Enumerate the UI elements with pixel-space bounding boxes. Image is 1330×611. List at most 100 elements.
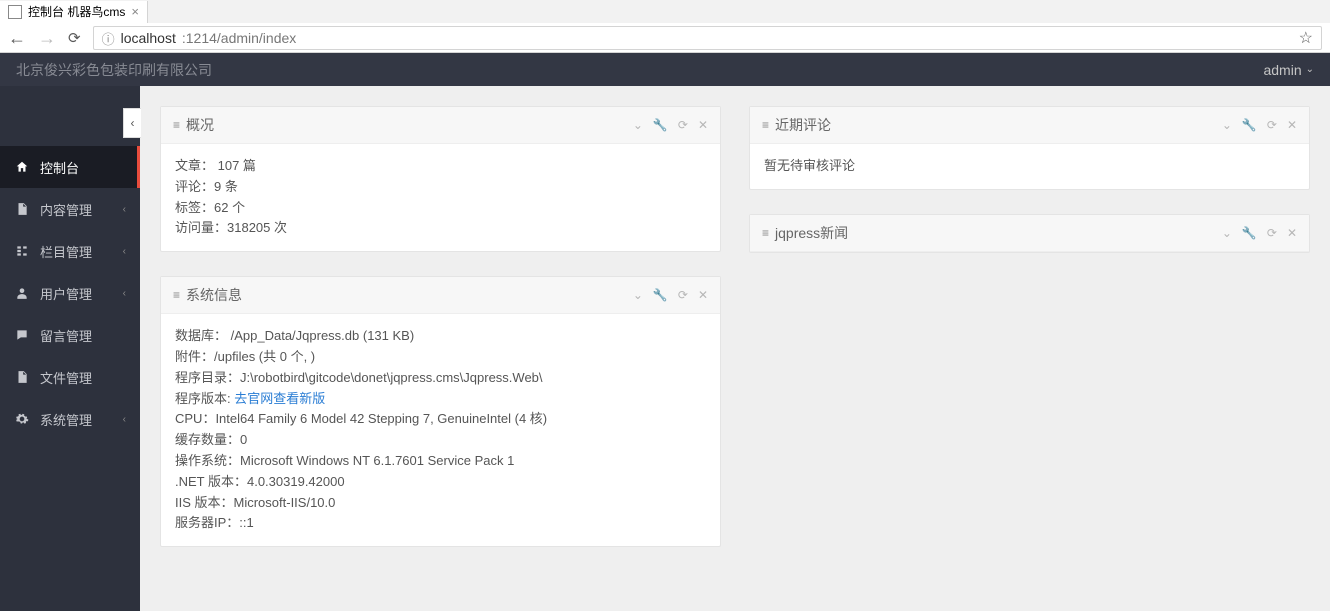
- sidebar-item-label: 栏目管理: [40, 242, 92, 261]
- sidebar-item-5[interactable]: 文件管理: [0, 356, 140, 398]
- sidebar-item-6[interactable]: 系统管理 ‹: [0, 398, 140, 440]
- refresh-icon[interactable]: ⟳: [1267, 226, 1277, 240]
- panel-body: 文章： 107 篇 评论：9 条 标签：62 个 访问量：318205 次: [161, 144, 720, 251]
- bookmark-icon[interactable]: ☆: [1299, 28, 1313, 48]
- panel-tools: ⌄ 🔧 ⟳ ✕: [1222, 118, 1297, 132]
- panel-title-text: 概况: [186, 115, 214, 135]
- forward-button: →: [38, 28, 56, 49]
- sys-cache: 缓存数量：0: [175, 430, 706, 451]
- stat-comments: 评论：9 条: [175, 177, 706, 198]
- stat-visits: 访问量：318205 次: [175, 218, 706, 239]
- sidebar-item-2[interactable]: 栏目管理 ‹: [0, 230, 140, 272]
- panel-header: ≡ 近期评论 ⌄ 🔧 ⟳ ✕: [750, 107, 1309, 144]
- sidebar-item-label: 用户管理: [40, 284, 92, 303]
- chevron-left-icon: ‹: [123, 414, 126, 425]
- close-icon[interactable]: ✕: [1287, 226, 1297, 240]
- doc-icon: [14, 370, 30, 385]
- stat-articles: 文章： 107 篇: [175, 156, 706, 177]
- close-icon[interactable]: ✕: [698, 288, 708, 302]
- gear-icon: [14, 412, 30, 427]
- sidebar-item-label: 系统管理: [40, 410, 92, 429]
- url-rest: :1214/admin/index: [182, 30, 296, 46]
- sidebar-item-1[interactable]: 内容管理 ‹: [0, 188, 140, 230]
- chevron-left-icon: ‹: [123, 246, 126, 257]
- browser-tab[interactable]: 控制台 机器鸟cms ×: [0, 1, 148, 23]
- panel-jqpress-news: ≡ jqpress新闻 ⌄ 🔧 ⟳ ✕: [749, 214, 1310, 253]
- chevron-left-icon: ‹: [123, 204, 126, 215]
- sidebar-item-label: 文件管理: [40, 368, 92, 387]
- close-icon[interactable]: ×: [131, 4, 139, 19]
- sidebar-item-0[interactable]: 控制台: [0, 146, 140, 188]
- version-link[interactable]: 去官网查看新版: [234, 391, 325, 406]
- panel-body: 暂无待审核评论: [750, 144, 1309, 189]
- user-name: admin: [1263, 62, 1301, 78]
- collapse-icon[interactable]: ⌄: [633, 288, 643, 302]
- close-icon[interactable]: ✕: [698, 118, 708, 132]
- sys-os: 操作系统：Microsoft Windows NT 6.1.7601 Servi…: [175, 451, 706, 472]
- panel-title-text: 近期评论: [775, 115, 831, 135]
- empty-comments: 暂无待审核评论: [764, 156, 1295, 177]
- sys-path: 程序目录：J:\robotbird\gitcode\donet\jqpress.…: [175, 368, 706, 389]
- collapse-icon[interactable]: ⌄: [1222, 118, 1232, 132]
- panel-title-text: jqpress新闻: [775, 223, 848, 243]
- favicon-icon: [8, 5, 22, 19]
- wrench-icon[interactable]: 🔧: [1242, 118, 1257, 132]
- chevron-left-icon: ‹: [123, 288, 126, 299]
- sys-ip: 服务器IP：::1: [175, 513, 706, 534]
- panel-recent-comments: ≡ 近期评论 ⌄ 🔧 ⟳ ✕ 暂无待审核评论: [749, 106, 1310, 190]
- sys-files: 附件：/upfiles (共 0 个, ): [175, 347, 706, 368]
- content: ≡ 概况 ⌄ 🔧 ⟳ ✕ 文章： 107 篇 评论：9 条 标签：62 个 访问量…: [140, 86, 1330, 611]
- collapse-icon[interactable]: ⌄: [1222, 226, 1232, 240]
- doc-icon: [14, 202, 30, 217]
- refresh-icon[interactable]: ⟳: [1267, 118, 1277, 132]
- tab-bar: 控制台 机器鸟cms ×: [0, 0, 1330, 23]
- panel-body: 数据库： /App_Data/Jqpress.db (131 KB) 附件：/u…: [161, 314, 720, 546]
- sidebar-item-4[interactable]: 留言管理: [0, 314, 140, 356]
- address-bar: ← → ⟳ ⓘ localhost :1214/admin/index ☆: [0, 23, 1330, 53]
- tree-icon: [14, 244, 30, 259]
- user-menu[interactable]: admin ⌄: [1263, 62, 1314, 78]
- tab-title: 控制台 机器鸟cms: [28, 3, 125, 20]
- panel-header: ≡ 概况 ⌄ 🔧 ⟳ ✕: [161, 107, 720, 144]
- sys-cpu: CPU：Intel64 Family 6 Model 42 Stepping 7…: [175, 409, 706, 430]
- hamburger-icon: ≡: [173, 288, 180, 302]
- user-icon: [14, 286, 30, 301]
- hamburger-icon: ≡: [173, 118, 180, 132]
- company-title: 北京俊兴彩色包装印刷有限公司: [16, 60, 212, 80]
- sidebar-item-label: 内容管理: [40, 200, 92, 219]
- back-button[interactable]: ←: [8, 28, 26, 49]
- stat-tags: 标签：62 个: [175, 198, 706, 219]
- wrench-icon[interactable]: 🔧: [653, 288, 668, 302]
- info-icon[interactable]: ⓘ: [102, 29, 115, 48]
- sys-version: 程序版本: 去官网查看新版: [175, 389, 706, 410]
- refresh-icon[interactable]: ⟳: [678, 288, 688, 302]
- panel-overview: ≡ 概况 ⌄ 🔧 ⟳ ✕ 文章： 107 篇 评论：9 条 标签：62 个 访问量…: [160, 106, 721, 252]
- sidebar-item-label: 留言管理: [40, 326, 92, 345]
- url-input[interactable]: ⓘ localhost :1214/admin/index ☆: [93, 26, 1322, 50]
- panel-system-info: ≡ 系统信息 ⌄ 🔧 ⟳ ✕ 数据库： /App_Data/Jqpress.db …: [160, 276, 721, 547]
- layout: ‹ 控制台内容管理 ‹ 栏目管理 ‹ 用户管理 ‹ 留言管理文件管理系统管理 ‹ ≡ 概况 ⌄ …: [0, 86, 1330, 611]
- refresh-icon[interactable]: ⟳: [678, 118, 688, 132]
- panel-header: ≡ 系统信息 ⌄ 🔧 ⟳ ✕: [161, 277, 720, 314]
- url-host: localhost: [121, 30, 176, 46]
- close-icon[interactable]: ✕: [1287, 118, 1297, 132]
- hamburger-icon: ≡: [762, 118, 769, 132]
- chevron-down-icon: ⌄: [1306, 64, 1314, 75]
- collapse-icon[interactable]: ⌄: [633, 118, 643, 132]
- sidebar: ‹ 控制台内容管理 ‹ 栏目管理 ‹ 用户管理 ‹ 留言管理文件管理系统管理 ‹: [0, 86, 140, 611]
- wrench-icon[interactable]: 🔧: [1242, 226, 1257, 240]
- panel-tools: ⌄ 🔧 ⟳ ✕: [1222, 226, 1297, 240]
- sidebar-collapse-button[interactable]: ‹: [123, 108, 141, 138]
- reload-button[interactable]: ⟳: [68, 29, 81, 47]
- panel-title-text: 系统信息: [186, 285, 242, 305]
- wrench-icon[interactable]: 🔧: [653, 118, 668, 132]
- panel-tools: ⌄ 🔧 ⟳ ✕: [633, 288, 708, 302]
- panel-header: ≡ jqpress新闻 ⌄ 🔧 ⟳ ✕: [750, 215, 1309, 252]
- sys-db: 数据库： /App_Data/Jqpress.db (131 KB): [175, 326, 706, 347]
- panel-tools: ⌄ 🔧 ⟳ ✕: [633, 118, 708, 132]
- sidebar-item-label: 控制台: [40, 158, 79, 177]
- sys-dotnet: .NET 版本：4.0.30319.42000: [175, 472, 706, 493]
- hamburger-icon: ≡: [762, 226, 769, 240]
- app-header: 北京俊兴彩色包装印刷有限公司 admin ⌄: [0, 53, 1330, 86]
- sidebar-item-3[interactable]: 用户管理 ‹: [0, 272, 140, 314]
